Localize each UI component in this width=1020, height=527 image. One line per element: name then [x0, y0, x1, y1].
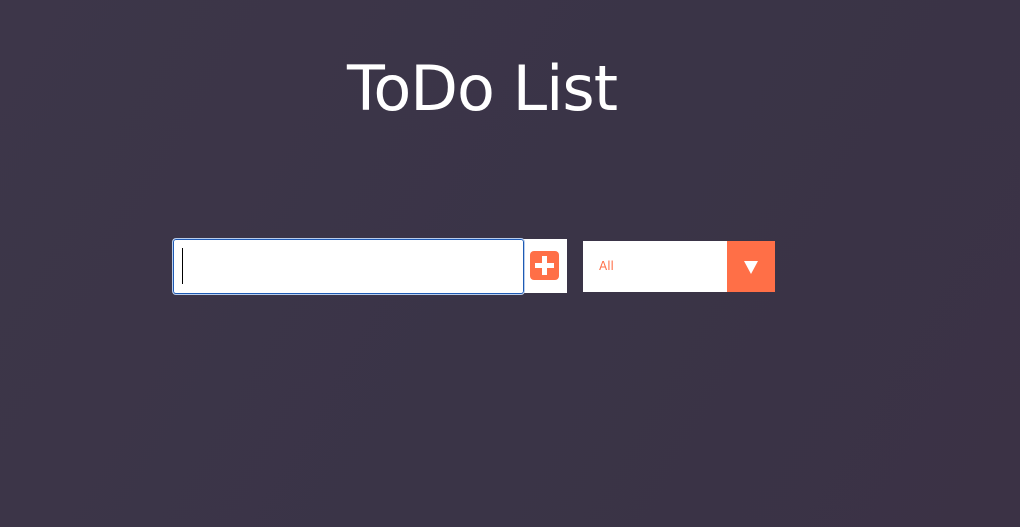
todo-input[interactable]: [172, 238, 525, 295]
triangle-down-icon: [744, 261, 758, 274]
text-cursor: [182, 248, 183, 284]
filter-dropdown-button[interactable]: [727, 241, 775, 292]
plus-icon: [535, 256, 554, 275]
page-title: ToDo List: [346, 52, 618, 125]
add-todo-button[interactable]: [530, 251, 559, 280]
todo-input-group: [172, 238, 567, 295]
filter-selected-value: All: [599, 259, 614, 273]
filter-select[interactable]: All: [583, 241, 775, 292]
